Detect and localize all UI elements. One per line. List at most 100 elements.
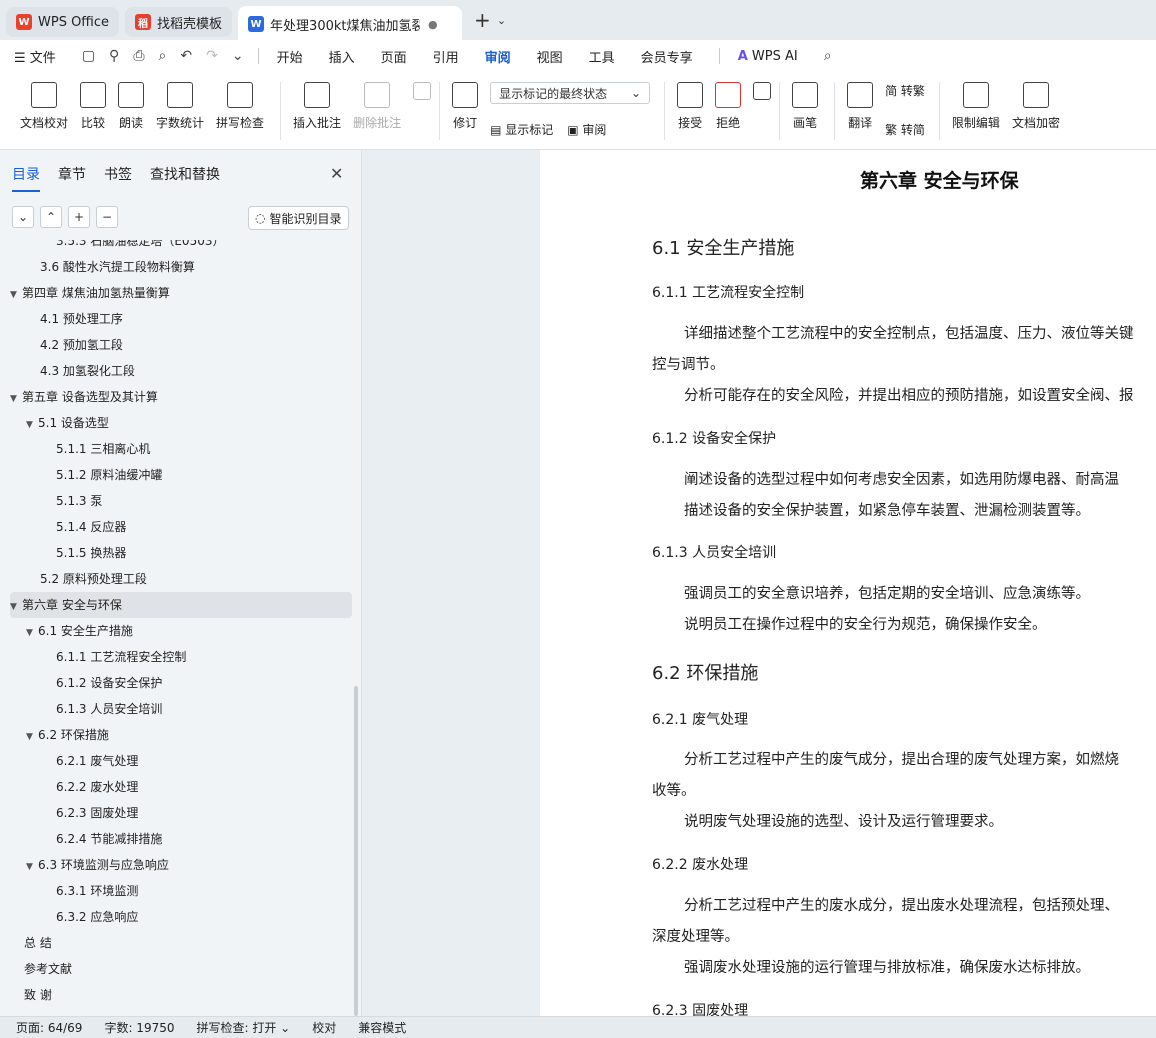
chevron-down-icon[interactable]: ⌄ [497,14,506,27]
menu-view[interactable]: 视图 [537,47,563,66]
toc-item[interactable]: 5.1.5 换热器 [10,540,352,566]
toc-item[interactable]: 总 结 [10,930,352,956]
nav-tab-find-replace[interactable]: 查找和替换 [150,164,220,184]
tab-template[interactable]: 稻 找稻壳模板 [125,7,233,37]
print-preview-icon[interactable]: ⌕ [159,48,167,64]
expand-arrow-icon[interactable]: ▼ [10,386,22,412]
wps-ai-button[interactable]: A WPS AI [738,49,798,64]
expand-arrow-icon[interactable]: ▼ [26,854,38,880]
tab-document[interactable]: W 年处理300kt煤焦油加氢裂化工 ● [238,6,463,42]
toc-item[interactable]: 6.1.2 设备安全保护 [10,670,352,696]
menu-tools[interactable]: 工具 [589,47,615,66]
to-simplified-label: 转简 [900,123,925,137]
toc-item[interactable]: 6.2.2 废水处理 [10,774,352,800]
word-count[interactable]: 字数: 19750 [104,1019,174,1036]
spell-check-status[interactable]: 拼写检查: 打开 ⌄ [197,1019,291,1036]
revision-nav-button[interactable] [753,82,772,106]
add-heading-icon[interactable]: + [68,206,90,228]
menu-page[interactable]: 页面 [381,47,407,66]
markup-select[interactable]: 显示标记的最终状态 ⌄ [490,82,651,104]
toc-item[interactable]: 4.1 预处理工序 [10,306,352,332]
toc-item[interactable]: 6.2.3 固废处理 [10,800,352,826]
expand-arrow-icon[interactable]: ▼ [10,594,22,620]
toc-item[interactable]: 6.3.1 环境监测 [10,878,352,904]
menu-home[interactable]: 开始 [277,47,303,66]
more-chevron-icon[interactable]: ⌄ [232,48,244,64]
compare-button[interactable]: 比较 [80,82,107,131]
tab-wps-office[interactable]: W WPS Office [6,7,120,37]
toc-item[interactable]: 4.3 加氢裂化工段 [10,358,352,384]
tab-close-icon[interactable]: ● [428,18,438,31]
expand-arrow-icon[interactable]: ▼ [26,620,38,646]
new-tab-icon[interactable]: + [474,8,491,32]
toc-item[interactable]: 3.5.3 石脑油稳定塔（E0503） [10,240,352,254]
toc-item[interactable]: 5.2 原料预处理工段 [10,566,352,592]
collapse-icon[interactable]: ⌄ [12,206,34,228]
toc-item[interactable]: 4.2 预加氢工段 [10,332,352,358]
revise-button[interactable]: 修订 [452,82,479,131]
spell-check-label: 拼写检查 [216,116,265,130]
expand-icon[interactable]: ⌃ [40,206,62,228]
toc-item[interactable]: 致 谢 [10,982,352,1008]
toc-item[interactable]: 6.2.4 节能减排措施 [10,826,352,852]
toc-item[interactable]: ▼ 6.1 安全生产措施 [10,618,352,644]
accept-button[interactable]: 接受 [677,82,704,131]
review-pane-button[interactable]: ▣ 审阅 [567,121,606,138]
toc-item[interactable]: 5.1.1 三相离心机 [10,436,352,462]
toc-item[interactable]: 6.1.3 人员安全培训 [10,696,352,722]
toc-item[interactable]: 6.2.1 废气处理 [10,748,352,774]
undo-icon[interactable]: ↶ [180,48,192,64]
expand-arrow-icon[interactable]: ▼ [10,282,22,308]
delete-comment-button[interactable]: 删除批注 [353,82,401,131]
toc-item[interactable]: ▼ 6.3 环境监测与应急响应 [10,852,352,878]
menu-references[interactable]: 引用 [433,47,459,66]
expand-arrow-icon[interactable]: ▼ [26,412,38,438]
toc-item[interactable]: ▼ 5.1 设备选型 [10,410,352,436]
redo-icon[interactable]: ↷ [206,48,218,64]
doc-check-button[interactable]: 文档校对 [20,82,68,131]
insert-comment-button[interactable]: 插入批注 [293,82,341,131]
nav-tab-sections[interactable]: 章节 [58,164,86,184]
toc-item[interactable]: 5.1.2 原料油缓冲罐 [10,462,352,488]
toc-item[interactable]: 5.1.3 泵 [10,488,352,514]
toc-item[interactable]: ▼ 6.2 环保措施 [10,722,352,748]
save-icon[interactable]: ▢ [82,48,95,64]
expand-arrow-icon[interactable]: ▼ [26,724,38,750]
proof-status[interactable]: 校对 [312,1019,336,1036]
toc-scrollbar[interactable] [354,686,358,1016]
show-markup-button[interactable]: ▤ 显示标记 [490,121,553,138]
menu-insert[interactable]: 插入 [329,47,355,66]
reject-button[interactable]: 拒绝 [715,82,742,131]
toc-item[interactable]: ▼ 第五章 设备选型及其计算 [10,384,352,410]
toc-item[interactable]: 3.6 酸性水汽提工段物料衡算 [10,254,352,280]
page-indicator[interactable]: 页面: 64/69 [16,1019,82,1036]
toc-item[interactable]: 6.1.1 工艺流程安全控制 [10,644,352,670]
menu-member[interactable]: 会员专享 [641,47,693,66]
print-icon[interactable]: ⎙ [133,48,144,64]
to-traditional-button[interactable]: 简 转繁 [885,82,925,99]
spell-check-button[interactable]: 拼写检查 [216,82,264,131]
smart-toc-button[interactable]: ◌ 智能识别目录 [248,206,349,230]
search-icon[interactable]: ⌕ [824,48,832,64]
toc-item[interactable]: 参考文献 [10,956,352,982]
comment-nav-button[interactable] [413,82,432,106]
read-aloud-button[interactable]: 朗读 [118,82,145,131]
menu-review[interactable]: 审阅 [484,47,511,74]
close-icon[interactable]: ✕ [330,164,343,183]
nav-tab-bookmarks[interactable]: 书签 [104,164,132,184]
toc-item[interactable]: 6.3.2 应急响应 [10,904,352,930]
translate-button[interactable]: 翻译 [847,82,874,131]
to-simplified-button[interactable]: 繁 转简 [885,121,925,138]
remove-heading-icon[interactable]: − [96,206,118,228]
encrypt-button[interactable]: 文档加密 [1012,82,1060,131]
word-count-button[interactable]: 字数统计 [156,82,204,131]
restrict-edit-button[interactable]: 限制编辑 [952,82,1000,131]
pen-button[interactable]: 画笔 [792,82,819,131]
toc-item[interactable]: ▼ 第六章 安全与环保 [10,592,352,618]
toc-item[interactable]: 5.1.4 反应器 [10,514,352,540]
document-page[interactable]: 第六章 安全与环保 6.1 安全生产措施 6.1.1 工艺流程安全控制 详细描述整个… [540,150,1156,1016]
share-icon[interactable]: ⚲ [109,48,119,64]
nav-tab-toc[interactable]: 目录 [12,164,40,192]
toc-item[interactable]: ▼ 第四章 煤焦油加氢热量衡算 [10,280,352,306]
file-menu[interactable]: ☰ 文件 [14,47,56,66]
